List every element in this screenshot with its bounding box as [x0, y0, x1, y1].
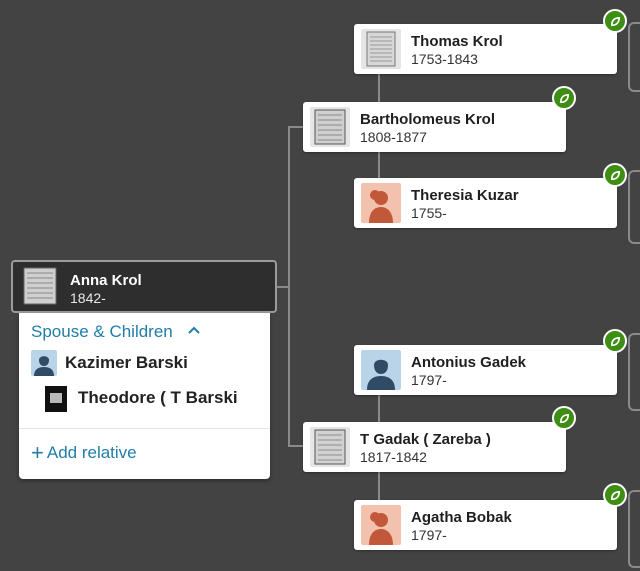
- male-avatar-icon: [361, 350, 401, 390]
- person-dates: 1797-: [411, 372, 447, 388]
- add-relative-label: Add relative: [46, 443, 137, 462]
- person-name: Theresia Kuzar: [411, 187, 519, 204]
- tree-connector: [288, 445, 304, 447]
- hint-leaf-icon[interactable]: [552, 406, 576, 430]
- person-card-mother[interactable]: T Gadak ( Zareba ) 1817-1842: [303, 422, 566, 472]
- focus-person-card[interactable]: Anna Krol 1842-: [11, 260, 277, 313]
- tree-connector: [378, 472, 380, 500]
- hint-leaf-icon[interactable]: [603, 163, 627, 187]
- person-card-paternal-grandmother[interactable]: Theresia Kuzar 1755-: [354, 178, 617, 228]
- tree-connector: [628, 170, 640, 244]
- person-dates: 1817-1842: [360, 449, 427, 465]
- female-avatar-icon: [361, 505, 401, 545]
- tree-connector: [378, 151, 380, 179]
- person-name: Anna Krol: [70, 272, 142, 289]
- hint-leaf-icon[interactable]: [552, 86, 576, 110]
- divider: [19, 428, 270, 429]
- person-dates: 1797-: [411, 527, 447, 543]
- spouse-name[interactable]: Kazimer Barski: [65, 353, 188, 373]
- female-avatar-icon: [361, 183, 401, 223]
- child-name[interactable]: Theodore ( T Barski: [78, 388, 238, 408]
- chevron-up-icon[interactable]: [187, 325, 201, 335]
- person-name: Antonius Gadek: [411, 354, 527, 371]
- person-card-paternal-grandfather[interactable]: Thomas Krol 1753-1843: [354, 24, 617, 74]
- hint-leaf-icon[interactable]: [603, 483, 627, 507]
- person-dates: 1842-: [70, 290, 106, 306]
- tree-connector: [288, 126, 304, 128]
- person-dates: 1755-: [411, 205, 447, 221]
- person-name: Agatha Bobak: [411, 509, 512, 526]
- person-card-maternal-grandmother[interactable]: Agatha Bobak 1797-: [354, 500, 617, 550]
- hint-leaf-icon[interactable]: [603, 329, 627, 353]
- record-thumbnail: [310, 107, 350, 147]
- tree-connector: [288, 126, 290, 446]
- male-avatar-icon: [31, 350, 57, 376]
- tree-connector: [378, 394, 380, 422]
- tree-connector: [628, 333, 640, 411]
- family-panel: Spouse & Children Kazimer Barski Theodor…: [19, 313, 270, 479]
- tree-connector: [628, 22, 640, 92]
- person-name: Bartholomeus Krol: [360, 111, 496, 128]
- add-relative-button[interactable]: + Add relative: [31, 440, 137, 465]
- spouse-children-toggle[interactable]: Spouse & Children: [31, 322, 173, 342]
- hint-leaf-icon[interactable]: [603, 9, 627, 33]
- person-name: Thomas Krol: [411, 33, 503, 50]
- person-card-father[interactable]: Bartholomeus Krol 1808-1877: [303, 102, 566, 152]
- tree-connector: [628, 490, 640, 568]
- plus-icon: +: [31, 440, 44, 465]
- person-dates: 1808-1877: [360, 129, 427, 145]
- record-thumbnail: [45, 386, 67, 412]
- person-card-maternal-grandfather[interactable]: Antonius Gadek 1797-: [354, 345, 617, 395]
- record-thumbnail: [21, 267, 59, 305]
- tree-connector: [378, 74, 380, 102]
- record-thumbnail: [310, 427, 350, 467]
- record-thumbnail: [361, 29, 401, 69]
- person-name: T Gadak ( Zareba ): [360, 431, 491, 448]
- person-dates: 1753-1843: [411, 51, 478, 67]
